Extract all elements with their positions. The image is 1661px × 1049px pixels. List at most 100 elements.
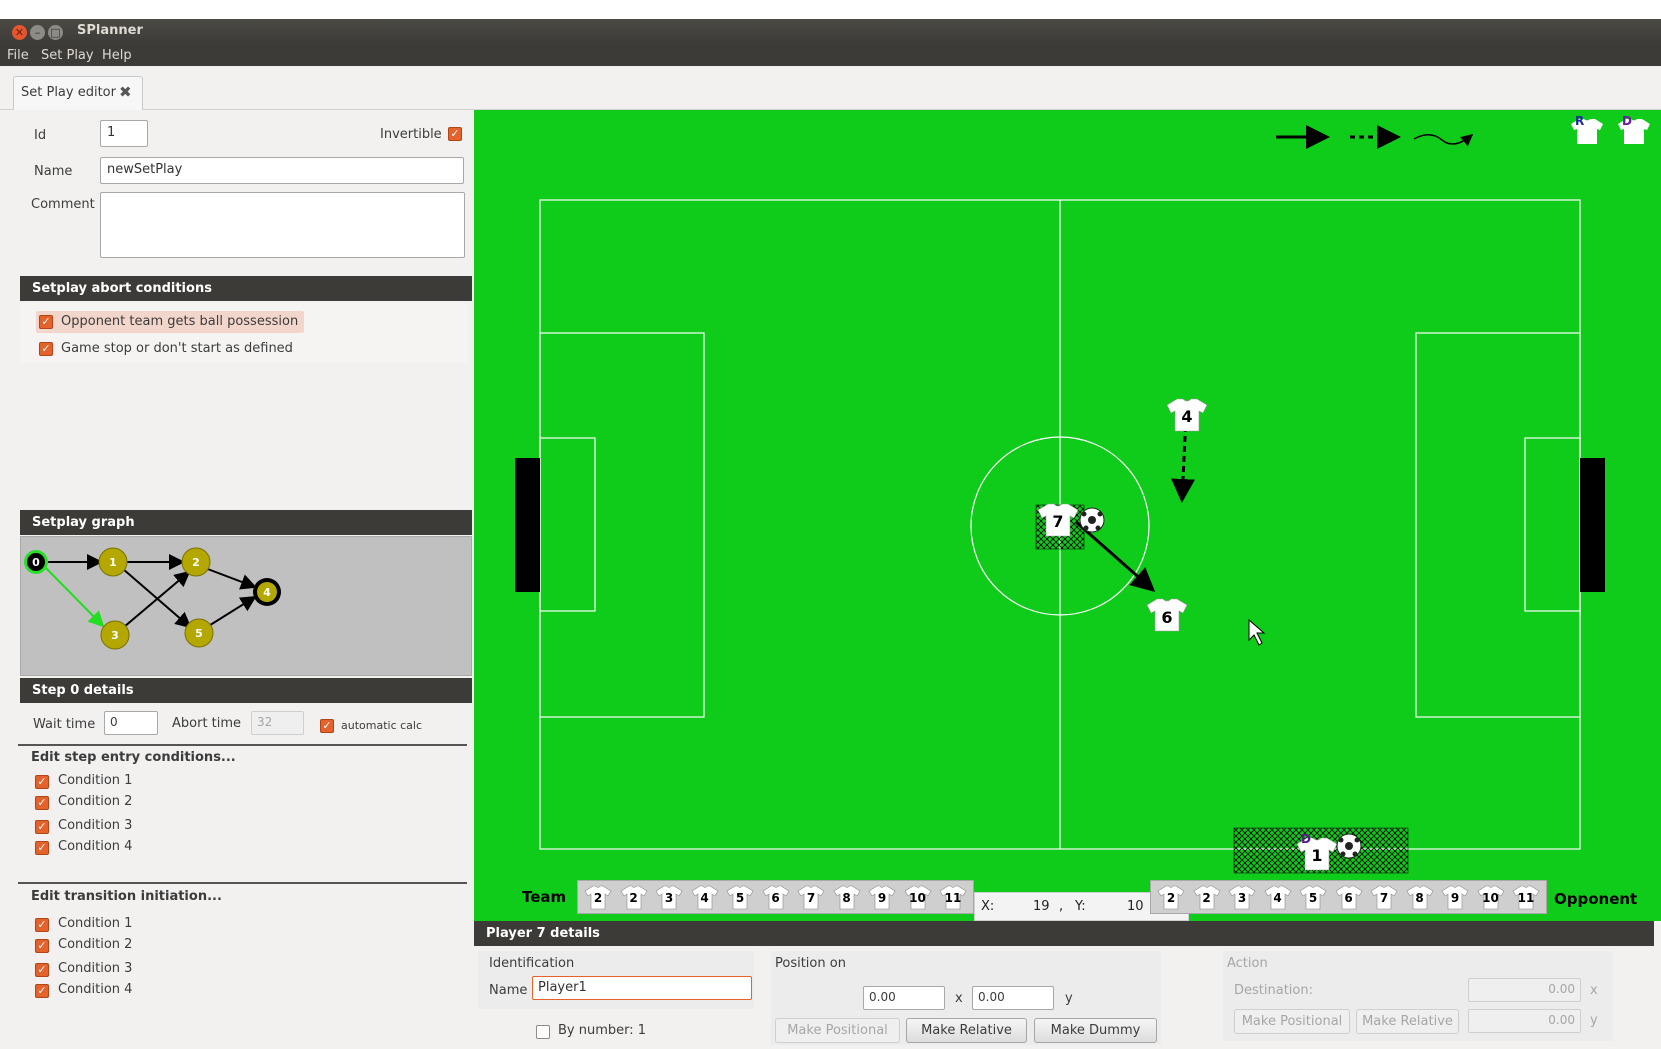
opponent-shirt[interactable]: 2 xyxy=(1155,883,1187,911)
edit-transition-initiation-title[interactable]: Edit transition initiation... xyxy=(31,889,222,904)
menu-help[interactable]: Help xyxy=(102,48,132,63)
shirt-number: 7 xyxy=(806,891,816,905)
opponent-shirt[interactable]: 11 xyxy=(1510,883,1542,911)
transition-condition-checkbox[interactable]: ✓ xyxy=(35,918,49,932)
automatic-calc-checkbox[interactable]: ✓ xyxy=(320,719,334,733)
position-x-spinner[interactable]: 0.00 xyxy=(863,986,945,1010)
opponent-shirt[interactable]: 9 xyxy=(1439,883,1471,911)
opponent-shirt[interactable]: 6 xyxy=(1333,883,1365,911)
team-shirt[interactable]: 3 xyxy=(653,883,685,911)
minimize-window-icon[interactable]: – xyxy=(30,25,45,40)
entry-condition-checkbox[interactable]: ✓ xyxy=(35,820,49,834)
graph-edge[interactable] xyxy=(204,567,257,590)
entry-condition-checkbox[interactable]: ✓ xyxy=(35,775,49,789)
entry-condition-label: Condition 4 xyxy=(58,839,133,854)
by-number-label: By number: 1 xyxy=(558,1023,647,1038)
opponent-shirt[interactable]: 8 xyxy=(1404,883,1436,911)
opponent-shirt[interactable]: 4 xyxy=(1262,883,1294,911)
opponent-shirt[interactable]: 3 xyxy=(1226,883,1258,911)
close-tab-icon[interactable]: ✖ xyxy=(119,83,132,101)
abort-condition-checkbox[interactable]: ✓ xyxy=(39,315,53,329)
menu-set-play[interactable]: Set Play xyxy=(41,48,94,63)
team-shirt[interactable]: 8 xyxy=(831,883,863,911)
transition-condition-checkbox[interactable]: ✓ xyxy=(35,984,49,998)
abort-condition-label: Game stop or don't start as defined xyxy=(61,341,293,356)
shirt-number: 2 xyxy=(1166,891,1176,905)
comment-textarea[interactable] xyxy=(100,192,465,258)
tab-set-play-editor[interactable]: Set Play editor ✖ xyxy=(13,76,143,110)
shirt-number: 2 xyxy=(593,891,603,905)
graph-node-label: 5 xyxy=(195,627,203,640)
team-shirt[interactable]: 2 xyxy=(618,883,650,911)
id-input[interactable]: 1 xyxy=(100,120,148,147)
wait-time-spinner[interactable]: 0 xyxy=(104,711,158,735)
field-canvas[interactable]: 4 7 6 1 D R D Team 2 2 3 4 5 6 7 8 9 10 … xyxy=(474,110,1661,921)
shirt-number: 10 xyxy=(909,891,926,905)
player-number: 7 xyxy=(1052,512,1063,531)
setplay-graph-canvas[interactable]: 0 1 2 3 4 5 xyxy=(20,536,472,676)
invertible-checkbox[interactable]: ✓ xyxy=(448,127,462,141)
shirt-number: 11 xyxy=(944,891,962,905)
player-name-input[interactable]: Player1 xyxy=(532,976,752,1000)
abort-conditions-header: Setplay abort conditions xyxy=(20,276,472,301)
entry-condition-checkbox[interactable]: ✓ xyxy=(35,841,49,855)
close-window-icon[interactable]: ✕ xyxy=(12,25,27,40)
comment-label: Comment xyxy=(31,197,95,212)
opponent-shirt[interactable]: 7 xyxy=(1368,883,1400,911)
opponent-label: Opponent xyxy=(1554,890,1638,908)
by-number-checkbox[interactable] xyxy=(536,1025,550,1039)
team-shirt[interactable]: 4 xyxy=(689,883,721,911)
player-shirt[interactable]: 6 xyxy=(1146,598,1188,632)
team-shirt[interactable]: 10 xyxy=(902,883,934,911)
abort-condition-checkbox[interactable]: ✓ xyxy=(39,342,53,356)
pass-arrow[interactable] xyxy=(1075,520,1156,592)
make-relative-button[interactable]: Make Relative xyxy=(906,1018,1027,1043)
team-shirt[interactable]: 9 xyxy=(866,883,898,911)
opponent-shirt[interactable]: 2 xyxy=(1191,883,1223,911)
tab-bar: Set Play editor ✖ xyxy=(0,66,1661,110)
dummy-player-shirt-icon[interactable]: D xyxy=(1618,114,1650,144)
graph-edge[interactable] xyxy=(206,595,257,628)
shirt-number: 2 xyxy=(1202,891,1211,905)
action-label: Action xyxy=(1227,956,1268,971)
destination-x-label: x xyxy=(1590,983,1598,998)
maximize-window-icon[interactable]: □ xyxy=(48,25,63,40)
entry-condition-checkbox[interactable]: ✓ xyxy=(35,796,49,810)
team-shirt[interactable]: 6 xyxy=(760,883,792,911)
divider xyxy=(18,882,467,884)
real-player-shirt-icon[interactable]: R xyxy=(1571,114,1603,144)
opponent-shirt[interactable]: 10 xyxy=(1475,883,1507,911)
shirt-number: 10 xyxy=(1482,891,1499,905)
graph-edge-selected[interactable] xyxy=(44,566,105,628)
ball-icon[interactable] xyxy=(1336,833,1362,859)
list-item[interactable]: ✓ Game stop or don't start as defined xyxy=(36,338,304,360)
y-value: 10 xyxy=(1127,899,1144,914)
shirt-number: 2 xyxy=(629,891,638,905)
ball-icon[interactable] xyxy=(1079,507,1105,533)
name-label: Name xyxy=(34,164,73,179)
shirt-number: 8 xyxy=(842,891,851,905)
menu-file[interactable]: File xyxy=(7,48,29,63)
team-shirt[interactable]: 2 xyxy=(582,883,614,911)
team-shirt[interactable]: 11 xyxy=(937,883,969,911)
player-number: 1 xyxy=(1311,846,1322,865)
x-label: X: xyxy=(981,899,995,914)
team-shirt[interactable]: 7 xyxy=(795,883,827,911)
team-shirt[interactable]: 5 xyxy=(724,883,756,911)
transition-condition-checkbox[interactable]: ✓ xyxy=(35,963,49,977)
list-item[interactable]: ✓ Opponent team gets ball possession xyxy=(36,311,304,333)
name-input[interactable]: newSetPlay xyxy=(100,157,464,184)
dribble-arrow-tool-icon[interactable] xyxy=(1413,134,1474,147)
team-label: Team xyxy=(522,888,567,906)
transition-condition-label: Condition 4 xyxy=(58,982,133,997)
shirt-number: 5 xyxy=(735,891,745,905)
player-shirt[interactable]: 4 xyxy=(1166,398,1208,432)
team-shirt-palette: 2 2 3 4 5 6 7 8 9 10 11 xyxy=(577,880,974,914)
transition-condition-checkbox[interactable]: ✓ xyxy=(35,939,49,953)
position-y-spinner[interactable]: 0.00 xyxy=(972,986,1054,1010)
make-dummy-button[interactable]: Make Dummy xyxy=(1034,1018,1157,1043)
make-positional-button[interactable]: Make Positional xyxy=(775,1018,900,1043)
edit-entry-conditions-title[interactable]: Edit step entry conditions... xyxy=(31,750,236,765)
opponent-shirt[interactable]: 5 xyxy=(1297,883,1329,911)
coord-separator: , xyxy=(1059,899,1064,914)
